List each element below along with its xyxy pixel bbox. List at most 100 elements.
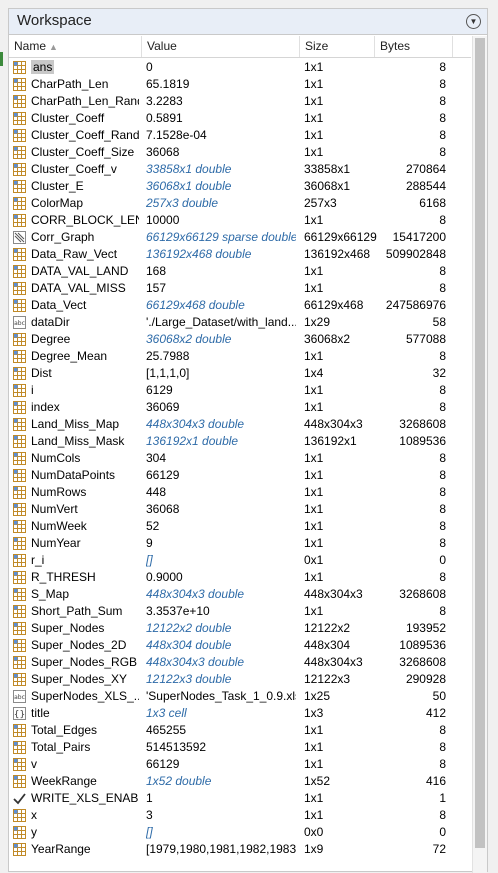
numeric-icon: [13, 146, 26, 159]
variable-value: 136192x468 double: [146, 247, 252, 261]
numeric-icon: [13, 333, 26, 346]
table-row[interactable]: Dist [1,1,1,0] 1x4 32: [9, 365, 471, 382]
column-header-size[interactable]: Size: [300, 36, 375, 57]
table-row[interactable]: Cluster_Coeff 0.5891 1x1 8: [9, 110, 471, 127]
variable-value: 36069: [146, 400, 180, 414]
variable-size: 448x304x3: [304, 417, 363, 431]
table-row[interactable]: index 36069 1x1 8: [9, 399, 471, 416]
table-row[interactable]: Total_Pairs 514513592 1x1 8: [9, 739, 471, 756]
variable-name-text: NumYear: [31, 536, 81, 550]
table-row[interactable]: NumYear 9 1x1 8: [9, 535, 471, 552]
column-header-bytes[interactable]: Bytes: [375, 36, 453, 57]
table-row[interactable]: DATA_VAL_MISS 157 1x1 8: [9, 280, 471, 297]
table-row[interactable]: Data_Raw_Vect 136192x468 double 136192x468…: [9, 246, 471, 263]
variable-value: 448x304x3 double: [146, 417, 245, 431]
numeric-icon: [13, 469, 26, 482]
table-row[interactable]: DATA_VAL_LAND 168 1x1 8: [9, 263, 471, 280]
variable-name: Total_Edges: [31, 722, 139, 739]
table-row[interactable]: Super_Nodes_RGB 448x304x3 double 448x304x3…: [9, 654, 471, 671]
table-row[interactable]: NumDataPoints 66129 1x1 8: [9, 467, 471, 484]
table-row[interactable]: Degree_Mean 25.7988 1x1 8: [9, 348, 471, 365]
table-row[interactable]: Cluster_Coeff_Size 36068 1x1 8: [9, 144, 471, 161]
variable-name: Cluster_Coeff_v: [31, 161, 139, 178]
panel-actions-chevron-icon[interactable]: ▼: [466, 14, 481, 29]
table-row[interactable]: ColorMap 257x3 double 257x3 6168: [9, 195, 471, 212]
table-row[interactable]: Super_Nodes_XY 12122x3 double 12122x3 29092…: [9, 671, 471, 688]
table-row[interactable]: CORR_BLOCK_LEN 10000 1x1 8: [9, 212, 471, 229]
variable-name-text: Super_Nodes_RGB: [31, 655, 138, 669]
table-row[interactable]: abc SuperNodes_XLS_... 'SuperNodes_Task_1_…: [9, 688, 471, 705]
variable-bytes: 50: [432, 689, 446, 703]
table-row[interactable]: Data_Vect 66129x468 double 66129x468 247586…: [9, 297, 471, 314]
table-row[interactable]: YearRange [1979,1980,1981,1982,1983,... 1x…: [9, 841, 471, 858]
logical-icon: [13, 792, 26, 805]
variable-name: NumRows: [31, 484, 139, 501]
variable-size: 1x1: [304, 111, 324, 125]
variable-name: i: [31, 382, 139, 399]
table-row[interactable]: R_THRESH 0.9000 1x1 8: [9, 569, 471, 586]
table-row[interactable]: CharPath_Len 65.1819 1x1 8: [9, 76, 471, 93]
variable-name: DATA_VAL_LAND: [31, 263, 139, 280]
table-row[interactable]: Short_Path_Sum 3.3537e+10 1x1 8: [9, 603, 471, 620]
table-row[interactable]: ans 0 1x1 8: [9, 59, 471, 76]
table-row[interactable]: Total_Edges 465255 1x1 8: [9, 722, 471, 739]
table-row[interactable]: Land_Miss_Mask 136192x1 double 136192x1 108…: [9, 433, 471, 450]
table-row[interactable]: Super_Nodes 12122x2 double 12122x2 193952: [9, 620, 471, 637]
variable-size: 12122x2: [304, 621, 351, 635]
table-row[interactable]: x 3 1x1 8: [9, 807, 471, 824]
variable-size: 1x1: [304, 519, 324, 533]
table-row[interactable]: {} title 1x3 cell 1x3 412: [9, 705, 471, 722]
variable-bytes: 8: [439, 77, 446, 91]
table-row[interactable]: Cluster_E 36068x1 double 36068x1 288544: [9, 178, 471, 195]
table-row[interactable]: Land_Miss_Map 448x304x3 double 448x304x3 32…: [9, 416, 471, 433]
numeric-icon: [13, 826, 26, 839]
variable-value: 448x304x3 double: [146, 655, 245, 669]
variable-bytes: 247586976: [385, 298, 446, 312]
table-row[interactable]: NumCols 304 1x1 8: [9, 450, 471, 467]
vertical-scrollbar[interactable]: [472, 36, 487, 873]
variable-value: 3.3537e+10: [146, 604, 210, 618]
column-header-value[interactable]: Value: [142, 36, 300, 57]
variable-name-text: CharPath_Len: [31, 77, 109, 91]
table-row[interactable]: NumWeek 52 1x1 8: [9, 518, 471, 535]
table-row[interactable]: CharPath_Len_Rand 3.2283 1x1 8: [9, 93, 471, 110]
char-icon: abc: [13, 690, 26, 703]
table-row[interactable]: Cluster_Coeff_v 33858x1 double 33858x1 2708…: [9, 161, 471, 178]
scrollbar-thumb[interactable]: [475, 38, 485, 848]
variable-value: 66129x468 double: [146, 298, 245, 312]
table-row[interactable]: NumVert 36068 1x1 8: [9, 501, 471, 518]
variable-name: Cluster_E: [31, 178, 139, 195]
table-row[interactable]: WRITE_XLS_ENABLE 1 1x1 1: [9, 790, 471, 807]
variable-name: CharPath_Len_Rand: [31, 93, 139, 110]
variable-size: 1x1: [304, 808, 324, 822]
variable-name-text: Dist: [31, 366, 52, 380]
variable-name-text: YearRange: [31, 842, 91, 856]
variable-name-text: WRITE_XLS_ENABLE: [31, 791, 139, 805]
sparse-icon: [13, 231, 26, 244]
table-row[interactable]: Corr_Graph 66129x66129 sparse double 66129…: [9, 229, 471, 246]
table-row[interactable]: Cluster_Coeff_Rand 7.1528e-04 1x1 8: [9, 127, 471, 144]
table-row[interactable]: S_Map 448x304x3 double 448x304x3 3268608: [9, 586, 471, 603]
variable-value: 157: [146, 281, 167, 295]
table-row[interactable]: r_i [] 0x1 0: [9, 552, 471, 569]
variable-name: NumYear: [31, 535, 139, 552]
variable-bytes: 8: [439, 519, 446, 533]
table-row[interactable]: y [] 0x0 0: [9, 824, 471, 841]
sort-ascending-icon: ▲: [49, 42, 58, 52]
column-header-name[interactable]: Name ▲: [9, 36, 142, 57]
table-row[interactable]: Super_Nodes_2D 448x304 double 448x304 10895…: [9, 637, 471, 654]
table-row[interactable]: i 6129 1x1 8: [9, 382, 471, 399]
table-row[interactable]: v 66129 1x1 8: [9, 756, 471, 773]
variable-name: Land_Miss_Mask: [31, 433, 139, 450]
variable-value: 1: [146, 791, 153, 805]
variable-bytes: 8: [439, 400, 446, 414]
variable-name-text: ans: [31, 60, 55, 74]
table-row[interactable]: NumRows 448 1x1 8: [9, 484, 471, 501]
variable-name: Short_Path_Sum: [31, 603, 139, 620]
table-row[interactable]: abc dataDir './Large_Dataset/with_land... 1…: [9, 314, 471, 331]
variable-size: 1x1: [304, 468, 324, 482]
variable-bytes: 412: [425, 706, 446, 720]
variable-name-text: R_THRESH: [31, 570, 96, 584]
table-row[interactable]: Degree 36068x2 double 36068x2 577088: [9, 331, 471, 348]
table-row[interactable]: WeekRange 1x52 double 1x52 416: [9, 773, 471, 790]
